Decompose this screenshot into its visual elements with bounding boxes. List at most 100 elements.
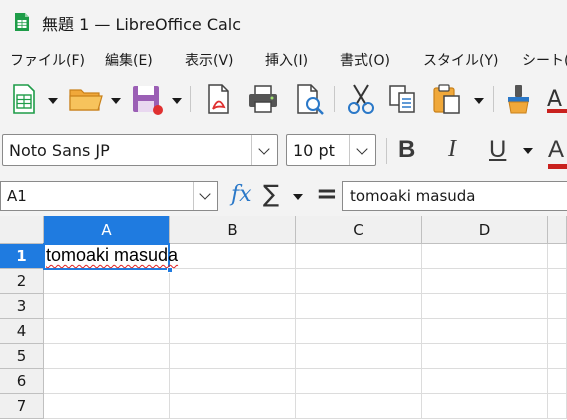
row-header-2[interactable]: 2 bbox=[0, 269, 44, 294]
window-title: 無題 1 — LibreOffice Calc bbox=[42, 15, 242, 34]
row-header-1[interactable]: 1 bbox=[0, 244, 44, 269]
cell-a3[interactable] bbox=[44, 294, 170, 319]
formula-icon[interactable]: = bbox=[316, 179, 338, 209]
cell-c6[interactable] bbox=[296, 369, 422, 394]
select-all-corner[interactable] bbox=[0, 216, 44, 244]
print-preview-icon[interactable] bbox=[292, 82, 326, 116]
underline-button[interactable]: U bbox=[489, 136, 506, 164]
chevron-down-icon[interactable] bbox=[193, 182, 217, 210]
save-icon[interactable] bbox=[130, 82, 164, 116]
sum-icon[interactable]: ∑ bbox=[263, 180, 279, 208]
row-header-7[interactable]: 7 bbox=[0, 394, 44, 419]
row-header-4[interactable]: 4 bbox=[0, 319, 44, 344]
cell-d3[interactable] bbox=[422, 294, 548, 319]
cell-d6[interactable] bbox=[422, 369, 548, 394]
column-header-c[interactable]: C bbox=[296, 216, 422, 244]
bold-button[interactable]: B bbox=[398, 136, 415, 164]
chevron-down-icon[interactable] bbox=[349, 135, 375, 165]
font-size-value: 10 pt bbox=[293, 141, 335, 160]
menu-insert[interactable]: 挿入(I) bbox=[265, 50, 308, 70]
font-name-combo[interactable]: Noto Sans JP bbox=[2, 134, 278, 166]
cell-c3[interactable] bbox=[296, 294, 422, 319]
font-color-button[interactable]: A bbox=[548, 136, 564, 164]
menu-format[interactable]: 書式(O) bbox=[340, 50, 390, 70]
cell-d7[interactable] bbox=[422, 394, 548, 419]
cell-b3[interactable] bbox=[170, 294, 296, 319]
cell-a2[interactable] bbox=[44, 269, 170, 294]
menu-view[interactable]: 表示(V) bbox=[185, 50, 234, 70]
cell-a7[interactable] bbox=[44, 394, 170, 419]
paste-icon[interactable] bbox=[430, 82, 464, 116]
column-header-d[interactable]: D bbox=[422, 216, 548, 244]
sum-dropdown-arrow[interactable] bbox=[293, 194, 303, 200]
menu-sheet[interactable]: シート( bbox=[522, 50, 567, 70]
cell-c7[interactable] bbox=[296, 394, 422, 419]
cell-c1[interactable] bbox=[296, 244, 422, 269]
name-box[interactable]: A1 bbox=[0, 181, 218, 211]
formula-input[interactable]: tomoaki masuda bbox=[342, 181, 567, 211]
title-bar: 無題 1 — LibreOffice Calc bbox=[0, 0, 567, 44]
row-header-3[interactable]: 3 bbox=[0, 294, 44, 319]
cell-d1[interactable] bbox=[422, 244, 548, 269]
save-dropdown-arrow[interactable] bbox=[172, 98, 182, 104]
cell-b5[interactable] bbox=[170, 344, 296, 369]
chevron-down-icon[interactable] bbox=[251, 135, 277, 165]
cell-b2[interactable] bbox=[170, 269, 296, 294]
calc-app-icon bbox=[15, 13, 29, 31]
cell-c2[interactable] bbox=[296, 269, 422, 294]
cell-e1[interactable] bbox=[548, 244, 567, 269]
cell-c4[interactable] bbox=[296, 319, 422, 344]
cell-a5[interactable] bbox=[44, 344, 170, 369]
row-header-5[interactable]: 5 bbox=[0, 344, 44, 369]
print-icon[interactable] bbox=[246, 82, 280, 116]
toolbar-separator bbox=[190, 86, 191, 112]
font-color-icon[interactable]: A bbox=[545, 82, 567, 116]
cell-b4[interactable] bbox=[170, 319, 296, 344]
new-spreadsheet-icon[interactable] bbox=[8, 82, 42, 116]
cell-e7[interactable] bbox=[548, 394, 567, 419]
menu-edit[interactable]: 編集(E) bbox=[105, 50, 153, 70]
cell-e4[interactable] bbox=[548, 319, 567, 344]
cell-d2[interactable] bbox=[422, 269, 548, 294]
clone-formatting-icon[interactable] bbox=[502, 82, 536, 116]
name-box-value: A1 bbox=[7, 187, 27, 205]
open-dropdown-arrow[interactable] bbox=[111, 98, 121, 104]
cell-a4[interactable] bbox=[44, 319, 170, 344]
cell-b7[interactable] bbox=[170, 394, 296, 419]
column-header-a[interactable]: A bbox=[44, 216, 170, 244]
cell-a6[interactable] bbox=[44, 369, 170, 394]
font-name-value: Noto Sans JP bbox=[9, 141, 110, 160]
menu-styles[interactable]: スタイル(Y) bbox=[423, 50, 498, 70]
menu-file[interactable]: ファイル(F) bbox=[10, 50, 85, 70]
cell-d5[interactable] bbox=[422, 344, 548, 369]
italic-button[interactable]: I bbox=[448, 136, 456, 163]
column-header-e[interactable] bbox=[548, 216, 567, 244]
standard-toolbar: A bbox=[0, 74, 567, 124]
function-wizard-icon[interactable]: fx bbox=[231, 182, 252, 207]
cell-c5[interactable] bbox=[296, 344, 422, 369]
font-size-combo[interactable]: 10 pt bbox=[286, 134, 376, 166]
paste-dropdown-arrow[interactable] bbox=[474, 98, 484, 104]
open-folder-icon[interactable] bbox=[68, 82, 103, 116]
toolbar-separator bbox=[334, 86, 335, 112]
spreadsheet-grid: A B C D 1 2 3 4 5 6 7 tomoaki masuda bbox=[0, 216, 567, 420]
cell-a1-text: tomoaki masuda bbox=[46, 245, 179, 265]
cell-b6[interactable] bbox=[170, 369, 296, 394]
cell-e5[interactable] bbox=[548, 344, 567, 369]
row-header-6[interactable]: 6 bbox=[0, 369, 44, 394]
cell-e2[interactable] bbox=[548, 269, 567, 294]
formatting-toolbar: Noto Sans JP 10 pt B I U A bbox=[0, 124, 567, 176]
cell-b1[interactable] bbox=[170, 244, 296, 269]
formula-bar: A1 fx ∑ = tomoaki masuda bbox=[0, 176, 567, 216]
cell-e3[interactable] bbox=[548, 294, 567, 319]
cell-d4[interactable] bbox=[422, 319, 548, 344]
column-header-b[interactable]: B bbox=[170, 216, 296, 244]
new-dropdown-arrow[interactable] bbox=[48, 98, 58, 104]
cut-icon[interactable] bbox=[344, 82, 378, 116]
cell-a1[interactable]: tomoaki masuda bbox=[44, 244, 178, 269]
underline-dropdown-arrow[interactable] bbox=[523, 148, 533, 154]
toolbar-separator bbox=[493, 86, 494, 112]
copy-icon[interactable] bbox=[386, 82, 420, 116]
export-pdf-icon[interactable] bbox=[202, 82, 236, 116]
cell-e6[interactable] bbox=[548, 369, 567, 394]
